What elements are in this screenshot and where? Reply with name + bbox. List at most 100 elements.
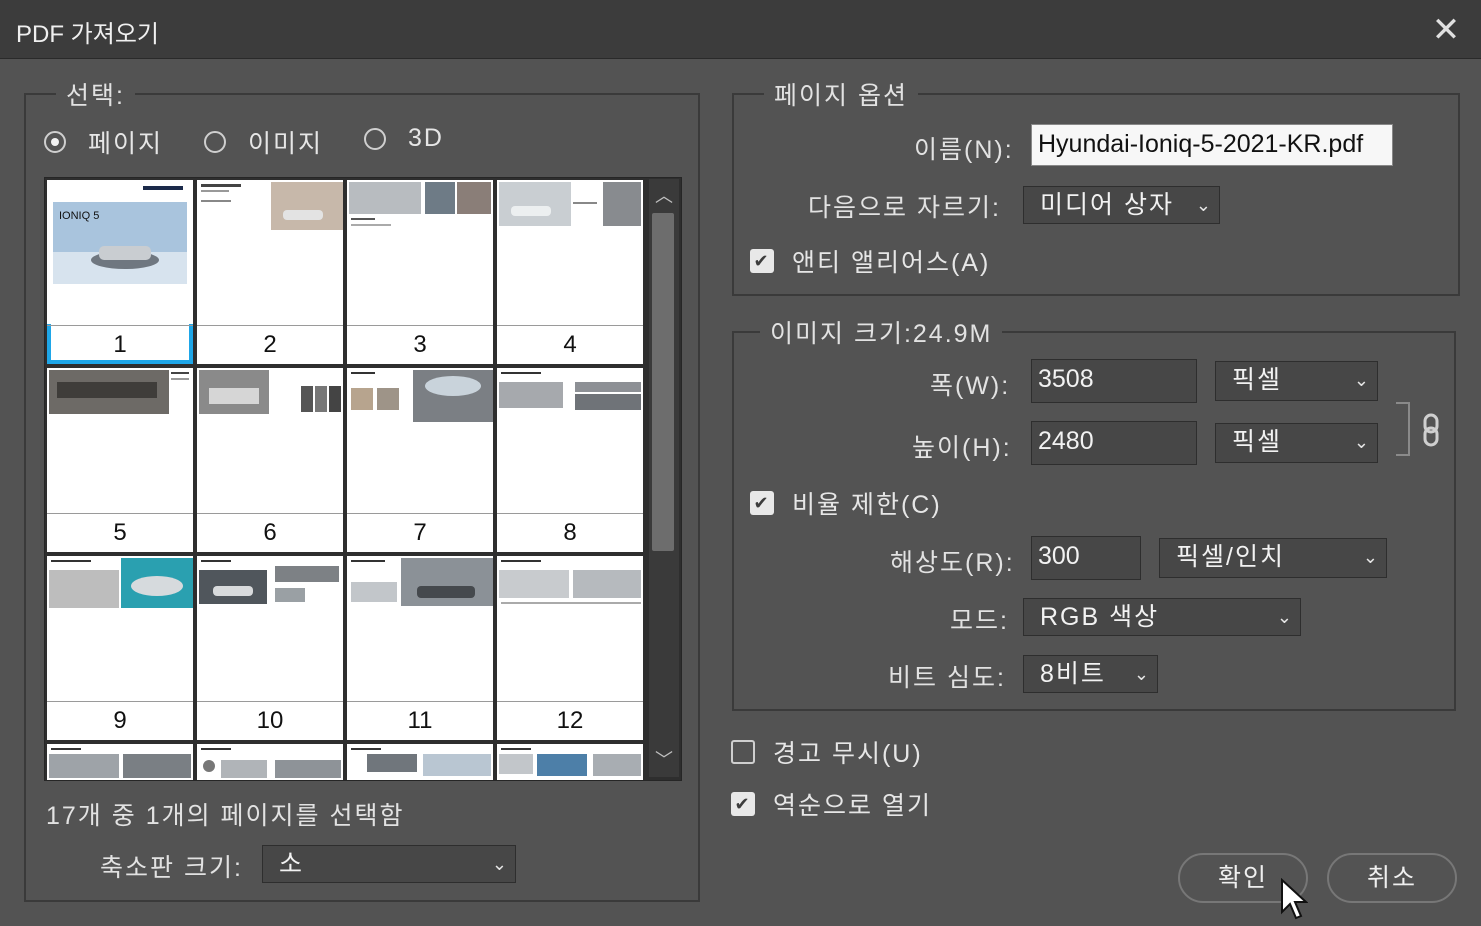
page-thumbnail-1[interactable]: IONIQ 5 1 — [47, 180, 193, 364]
window-title: PDF 가져오기 — [16, 21, 159, 48]
page-options-legend: 페이지 옵션 — [764, 76, 918, 112]
page-preview-7 — [347, 368, 493, 512]
page-thumbnail-12[interactable]: 12 — [497, 556, 643, 740]
constrain-checkbox[interactable]: ✔ 비율 제한(C) — [750, 485, 942, 521]
page-thumbnail-15[interactable] — [347, 744, 493, 780]
check-icon[interactable]: ✔ — [750, 249, 774, 273]
page-thumbnail-2[interactable]: 2 — [197, 180, 343, 364]
page-number-7: 7 — [347, 513, 493, 552]
radio-3d[interactable]: 3D — [364, 124, 444, 153]
page-thumbnail-5[interactable]: 5 — [47, 368, 193, 552]
page-thumbnail-13[interactable] — [47, 744, 193, 780]
page-preview-16 — [497, 744, 643, 780]
mode-select[interactable]: RGB 색상 ⌄ — [1023, 598, 1301, 636]
check-icon[interactable]: ✔ — [731, 792, 755, 816]
check-icon[interactable]: ✔ — [750, 491, 774, 515]
chevron-down-icon: ⌄ — [1353, 370, 1369, 390]
height-unit-select[interactable]: 픽셀 ⌄ — [1215, 423, 1378, 463]
page-number-1: 1 — [47, 325, 193, 364]
chevron-down-icon: ⌄ — [1133, 664, 1149, 684]
suppress-warnings-checkbox[interactable]: 경고 무시(U) — [731, 734, 923, 770]
resolution-unit-select[interactable]: 픽셀/인치 ⌄ — [1159, 538, 1387, 578]
close-icon[interactable]: ✕ — [1426, 10, 1466, 50]
page-thumbnail-10[interactable]: 10 — [197, 556, 343, 740]
page-preview-1: IONIQ 5 — [47, 180, 193, 324]
page-preview-5 — [47, 368, 193, 512]
page-number-3: 3 — [347, 325, 493, 364]
scroll-down-icon[interactable]: ﹀ — [649, 743, 679, 777]
chevron-down-icon: ⌄ — [1353, 432, 1369, 452]
bitdepth-value: 8비트 — [1040, 660, 1106, 688]
chevron-down-icon: ⌄ — [1195, 195, 1211, 215]
reverse-order-checkbox[interactable]: ✔ 역순으로 열기 — [731, 786, 932, 822]
cancel-button[interactable]: 취소 — [1327, 853, 1457, 903]
page-thumbnail-7[interactable]: 7 — [347, 368, 493, 552]
width-field[interactable]: 3508 — [1031, 359, 1197, 403]
thumb-size-select[interactable]: 소 ⌄ — [262, 845, 516, 883]
crop-select[interactable]: 미디어 상자 ⌄ — [1023, 186, 1220, 224]
mode-value: RGB 색상 — [1040, 603, 1160, 631]
constrain-label: 비율 제한(C) — [792, 491, 942, 519]
page-preview-11 — [347, 556, 493, 700]
scroll-up-icon[interactable]: ︿ — [649, 179, 679, 213]
chain-link-icon[interactable] — [1420, 412, 1444, 448]
page-thumbnail-9[interactable]: 9 — [47, 556, 193, 740]
page-thumbnail-8[interactable]: 8 — [497, 368, 643, 552]
page-number-9: 9 — [47, 701, 193, 740]
antialias-checkbox[interactable]: ✔ 앤티 앨리어스(A) — [750, 243, 990, 279]
resolution-field[interactable]: 300 — [1031, 536, 1141, 580]
page-number-12: 12 — [497, 701, 643, 740]
width-unit-value: 픽셀 — [1232, 366, 1283, 394]
name-field[interactable]: Hyundai-Ioniq-5-2021-KR.pdf — [1031, 124, 1393, 166]
width-label: 폭(W): — [930, 372, 1011, 400]
radio-image-label: 이미지 — [248, 130, 324, 158]
image-size-legend: 이미지 크기:24.9M — [760, 314, 1003, 350]
chevron-down-icon: ⌄ — [491, 854, 507, 874]
bitdepth-select[interactable]: 8비트 ⌄ — [1023, 655, 1158, 693]
resolution-unit-value: 픽셀/인치 — [1176, 543, 1285, 571]
radio-page-indicator[interactable] — [44, 131, 66, 153]
page-thumbnail-3[interactable]: 3 — [347, 180, 493, 364]
page-preview-9 — [47, 556, 193, 700]
page-number-10: 10 — [197, 701, 343, 740]
cover-text: IONIQ 5 — [59, 210, 100, 222]
name-label: 이름(N): — [914, 136, 1014, 164]
radio-page-label: 페이지 — [88, 130, 164, 158]
page-number-2: 2 — [197, 325, 343, 364]
height-field[interactable]: 2480 — [1031, 421, 1197, 465]
selection-status: 17개 중 1개의 페이지를 선택함 — [46, 802, 405, 830]
page-number-6: 6 — [197, 513, 343, 552]
radio-3d-label: 3D — [408, 124, 444, 152]
resolution-label: 해상도(R): — [890, 549, 1015, 577]
radio-image-indicator[interactable] — [204, 131, 226, 153]
page-thumbnail-16[interactable] — [497, 744, 643, 780]
page-preview-14 — [197, 744, 343, 780]
page-thumbnail-11[interactable]: 11 — [347, 556, 493, 740]
antialias-label: 앤티 앨리어스(A) — [792, 249, 991, 277]
page-number-11: 11 — [347, 701, 493, 740]
page-thumbnail-6[interactable]: 6 — [197, 368, 343, 552]
page-number-4: 4 — [497, 325, 643, 364]
link-bracket — [1396, 402, 1410, 456]
page-thumbnail-list[interactable]: IONIQ 5 1 2 3 4 5 6 7 8 9 10 11 12 ︿ ﹀ — [44, 177, 682, 781]
page-thumbnail-4[interactable]: 4 — [497, 180, 643, 364]
suppress-warnings-label: 경고 무시(U) — [773, 740, 923, 768]
width-unit-select[interactable]: 픽셀 ⌄ — [1215, 361, 1378, 401]
height-label: 높이(H): — [912, 434, 1012, 462]
radio-image[interactable]: 이미지 — [204, 124, 323, 160]
page-preview-10 — [197, 556, 343, 700]
bitdepth-label: 비트 심도: — [888, 664, 1006, 692]
mode-label: 모드: — [950, 607, 1009, 635]
chevron-down-icon: ⌄ — [1362, 547, 1378, 567]
radio-page[interactable]: 페이지 — [44, 124, 163, 160]
height-unit-value: 픽셀 — [1232, 428, 1283, 456]
scrollbar-thumb[interactable] — [652, 213, 674, 551]
page-thumbnail-14[interactable] — [197, 744, 343, 780]
thumb-size-label: 축소판 크기: — [100, 854, 243, 882]
page-preview-8 — [497, 368, 643, 512]
checkbox-empty-icon[interactable] — [731, 740, 755, 764]
thumbnail-scrollbar[interactable]: ︿ ﹀ — [649, 179, 679, 777]
crop-label: 다음으로 자르기: — [808, 194, 1001, 222]
page-preview-12 — [497, 556, 643, 700]
radio-3d-indicator[interactable] — [364, 127, 386, 150]
